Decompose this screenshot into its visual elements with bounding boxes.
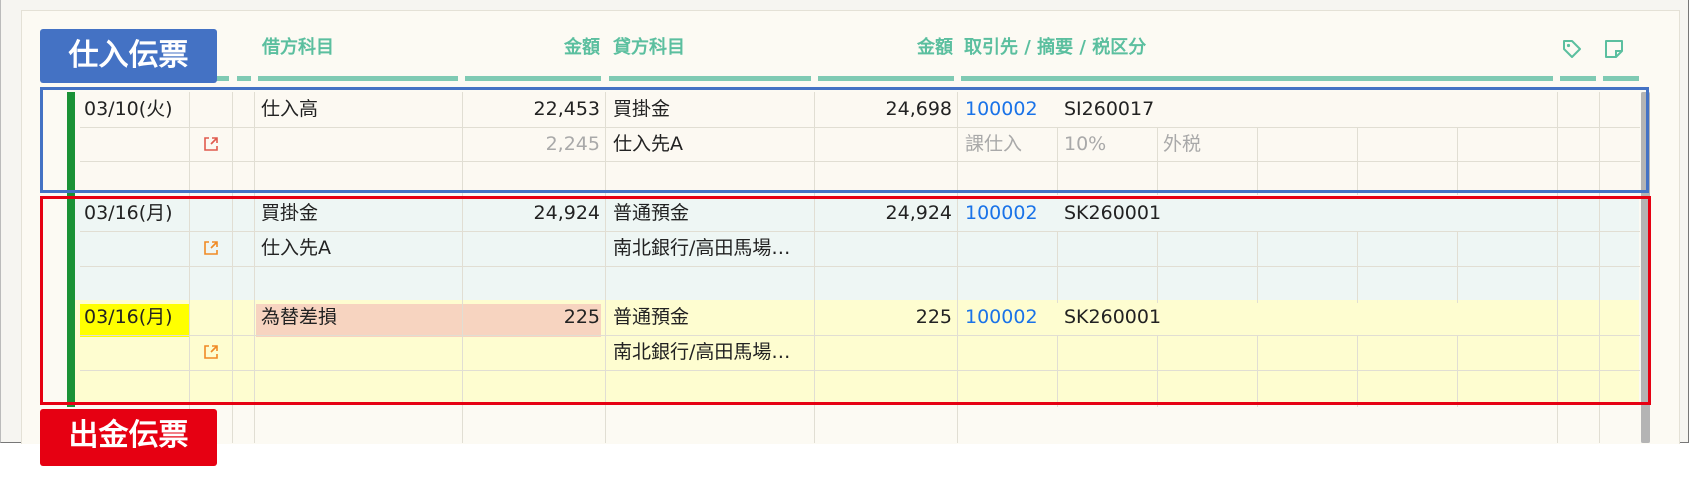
payment-slip-outline	[40, 196, 1651, 405]
header-underline	[465, 76, 601, 81]
payment-slip-label: 出金伝票	[40, 409, 217, 466]
sticky-note-icon[interactable]	[1603, 38, 1625, 60]
header-debit-amount[interactable]: 金額	[470, 36, 600, 60]
header-underline	[258, 76, 458, 81]
header-underline	[609, 76, 811, 81]
header-credit-amount[interactable]: 金額	[818, 36, 953, 60]
purchase-slip-outline	[40, 87, 1649, 193]
tag-icon[interactable]	[1561, 38, 1583, 60]
header-underline	[237, 76, 251, 81]
header-credit-account[interactable]: 貸方科目	[613, 36, 685, 60]
entry-row-empty[interactable]	[67, 404, 1639, 443]
header-underline	[1603, 76, 1639, 81]
header-debit-account[interactable]: 借方科目	[262, 36, 334, 60]
header-underline	[1560, 76, 1596, 81]
header-partner-memo-tax[interactable]: 取引先 / 摘要 / 税区分	[964, 36, 1146, 60]
header-underline	[961, 76, 1553, 81]
header-underline	[818, 76, 954, 81]
purchase-slip-label: 仕入伝票	[40, 29, 217, 83]
